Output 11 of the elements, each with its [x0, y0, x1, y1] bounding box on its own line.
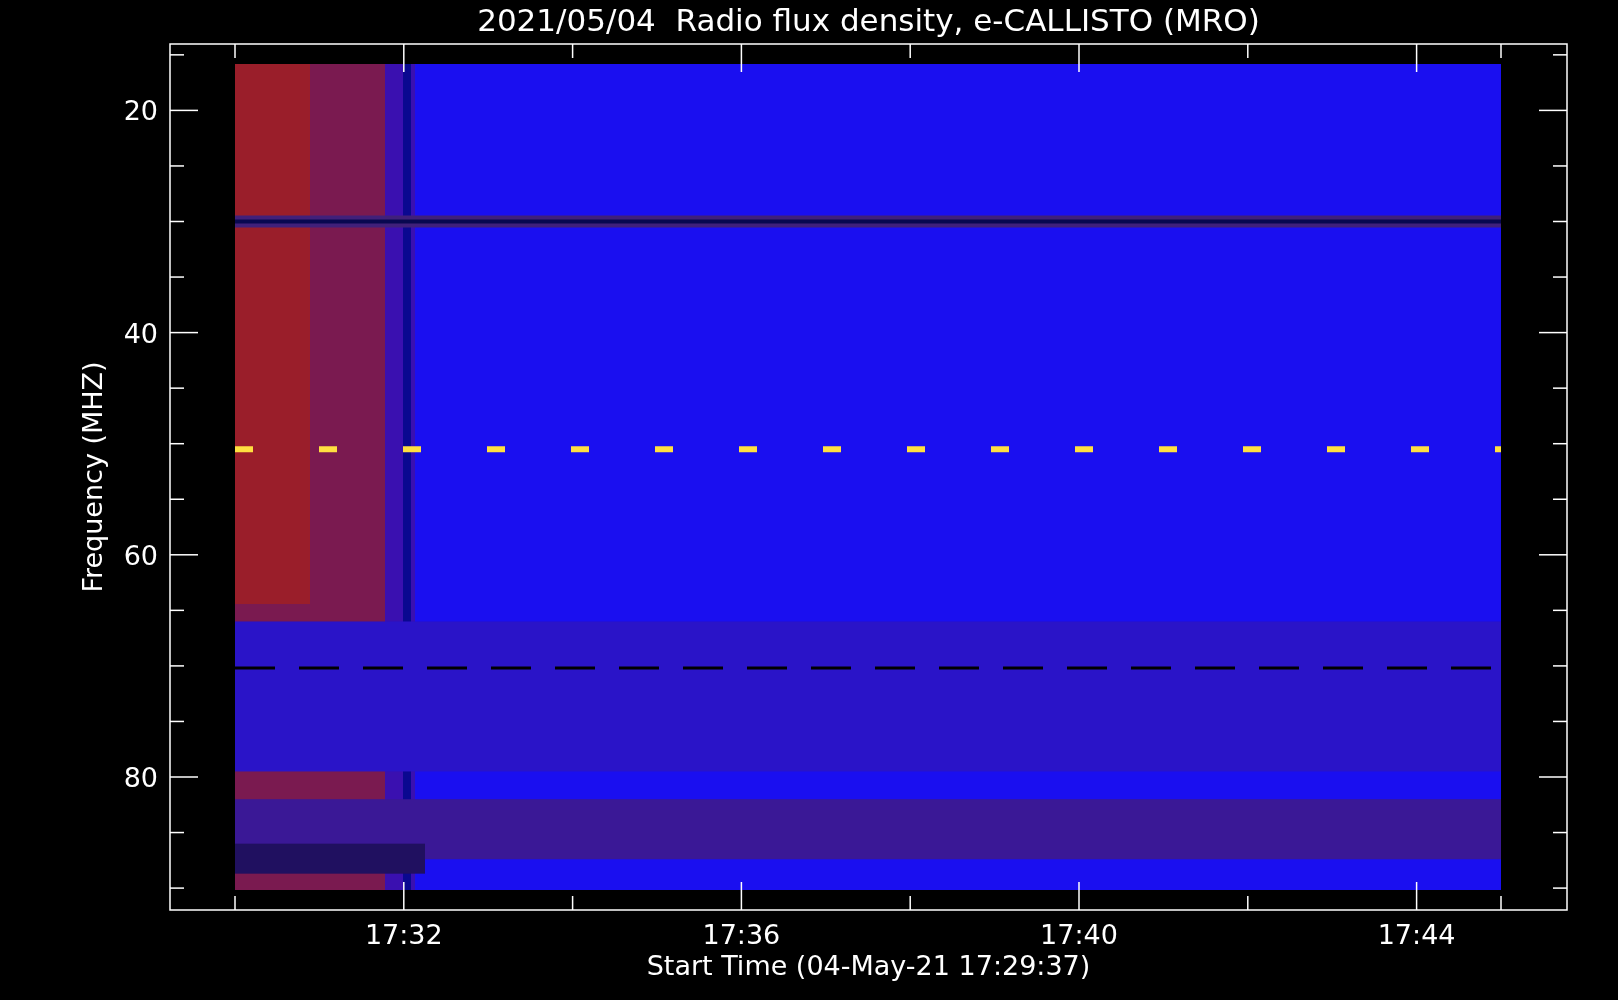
axis-title: Start Time (04-May-21 17:29:37)	[646, 950, 1091, 981]
axis-tick-label: 17:40	[1040, 919, 1118, 950]
axis-tick-label: 40	[123, 317, 158, 349]
axis-tick-label: 20	[123, 95, 158, 127]
axis-title: Frequency (MHZ)	[77, 361, 108, 593]
axis-tick-label: 17:32	[364, 919, 443, 950]
chart-title: 2021/05/04 Radio flux density, e-CALLISTO (MRO)	[477, 2, 1260, 38]
axis-tick-label: 17:36	[702, 919, 781, 950]
axis-tick-label: 17:44	[1377, 919, 1456, 950]
axis-tick-label: 60	[123, 539, 158, 571]
axis-tick-label: 80	[123, 762, 158, 793]
